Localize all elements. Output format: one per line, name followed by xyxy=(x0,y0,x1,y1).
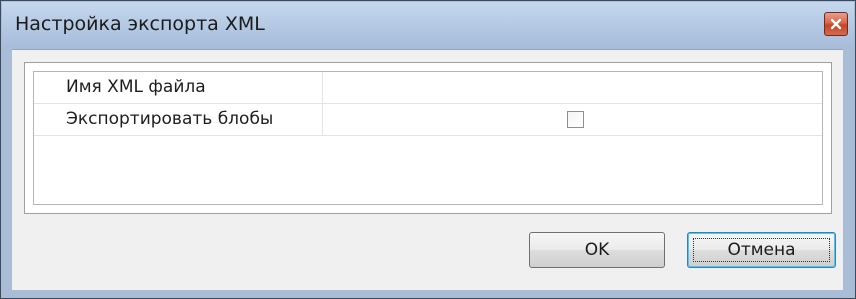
title-bar[interactable]: Настройка экспорта XML xyxy=(2,2,854,48)
export-blobs-checkbox[interactable] xyxy=(567,111,584,128)
ok-button[interactable]: OK xyxy=(529,232,665,268)
window-title: Настройка экспорта XML xyxy=(15,13,265,35)
xml-filename-field[interactable] xyxy=(323,72,822,103)
property-label-export-blobs: Экспортировать блобы xyxy=(34,104,323,135)
close-button[interactable] xyxy=(824,12,848,36)
export-xml-dialog: Настройка экспорта XML Имя XML файла Экс… xyxy=(0,0,856,299)
cancel-button[interactable]: Отмена xyxy=(687,232,836,268)
property-grid-frame: Имя XML файла Экспортировать блобы xyxy=(24,62,832,214)
cancel-button-label: Отмена xyxy=(727,240,796,260)
export-blobs-value xyxy=(323,104,822,135)
property-row-export-blobs[interactable]: Экспортировать блобы xyxy=(34,104,822,136)
property-grid: Имя XML файла Экспортировать блобы xyxy=(33,71,823,205)
close-icon xyxy=(830,18,842,30)
dialog-body: Имя XML файла Экспортировать блобы OK От… xyxy=(12,49,843,290)
property-label-xml-filename: Имя XML файла xyxy=(34,72,323,103)
property-row-xml-filename[interactable]: Имя XML файла xyxy=(34,72,822,104)
